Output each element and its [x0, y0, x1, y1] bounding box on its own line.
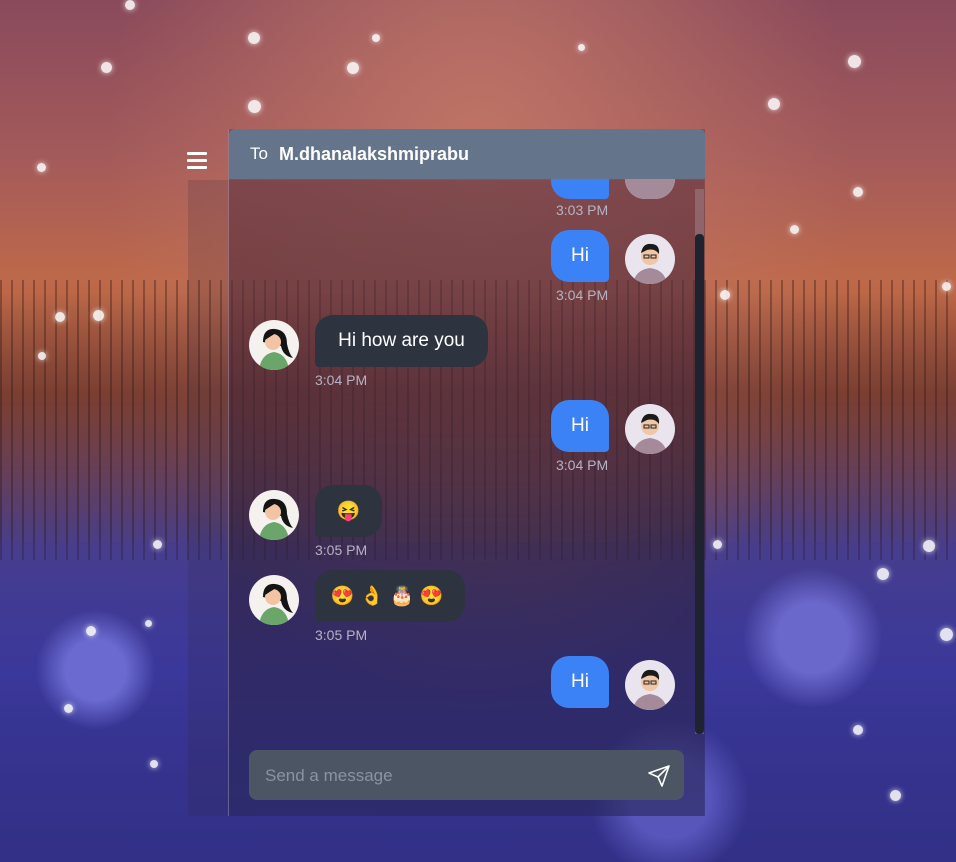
- snowflake: [145, 620, 152, 627]
- snowflake: [150, 760, 158, 768]
- send-icon[interactable]: [647, 764, 671, 788]
- snowflake: [790, 225, 799, 234]
- hamburger-icon[interactable]: [187, 152, 207, 170]
- snowflake: [923, 540, 935, 552]
- recipient-name[interactable]: M.dhanalakshmiprabu: [279, 144, 469, 165]
- snowflake: [578, 44, 585, 51]
- message-time: 3:05 PM: [315, 627, 368, 643]
- message-time: 3:04 PM: [315, 372, 368, 388]
- snowflake: [942, 282, 951, 291]
- snowflake: [248, 100, 261, 113]
- snowflake: [372, 34, 380, 42]
- message-time: 3:03 PM: [556, 202, 609, 218]
- snowflake: [101, 62, 112, 73]
- message-time: 3:04 PM: [556, 457, 609, 473]
- avatar-sender: [625, 660, 675, 710]
- message-bubble: Hi: [551, 400, 609, 452]
- message-bubble: Hi: [551, 656, 609, 708]
- avatar-sender: [625, 179, 675, 199]
- message-bubble: Hi how are you: [315, 315, 488, 367]
- snowflake: [848, 55, 861, 68]
- snowflake: [347, 62, 359, 74]
- recipient-prefix: To: [250, 144, 268, 163]
- snowflake: [768, 98, 780, 110]
- message-bubble: [551, 179, 609, 199]
- message-bubble: Hi: [551, 230, 609, 282]
- message-composer: [249, 750, 684, 802]
- chat-panel: To M.dhanalakshmiprabu 3:03 PM Hi 3:04 P…: [228, 129, 705, 816]
- hamburger-line: [187, 166, 207, 169]
- avatar-sender: [625, 234, 675, 284]
- snowflake: [86, 626, 96, 636]
- chat-header: To M.dhanalakshmiprabu: [229, 129, 705, 179]
- message-bubble: 😍👌🎂😍: [315, 570, 465, 622]
- snowflake: [37, 163, 46, 172]
- avatar-recipient: [249, 320, 299, 370]
- message-time: 3:05 PM: [315, 542, 368, 558]
- snowflake: [720, 290, 730, 300]
- snowflake: [890, 790, 901, 801]
- snowflake: [125, 0, 135, 10]
- snowflake: [853, 725, 863, 735]
- message-time: 3:04 PM: [556, 287, 609, 303]
- snowflake: [64, 704, 73, 713]
- scrollbar-thumb[interactable]: [695, 234, 704, 734]
- avatar-sender: [625, 404, 675, 454]
- snowflake: [55, 312, 65, 322]
- avatar-recipient: [249, 575, 299, 625]
- hamburger-line: [187, 159, 207, 162]
- hamburger-line: [187, 152, 207, 155]
- snowflake: [713, 540, 722, 549]
- snowflake: [38, 352, 46, 360]
- snowflake: [153, 540, 162, 549]
- snowflake: [853, 187, 863, 197]
- avatar-recipient: [249, 490, 299, 540]
- snowflake: [940, 628, 953, 641]
- message-input[interactable]: [263, 750, 637, 802]
- snowflake: [248, 32, 260, 44]
- message-bubble: 😝: [315, 485, 382, 537]
- snowflake: [877, 568, 889, 580]
- snowflake: [93, 310, 104, 321]
